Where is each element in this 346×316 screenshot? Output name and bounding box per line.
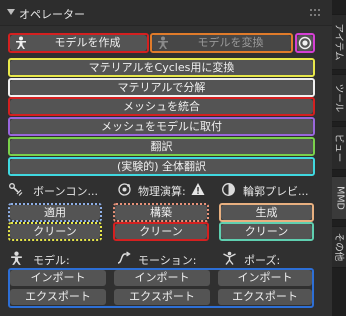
motion-import-button[interactable]: インポート: [114, 270, 210, 286]
panel-header[interactable]: オペレーター: [0, 0, 332, 26]
physics-icon: [118, 183, 131, 196]
physics-build-button[interactable]: 構築: [115, 205, 207, 220]
model-label: モデル:: [33, 254, 70, 267]
edge-generate-button[interactable]: 生成: [221, 205, 312, 220]
motion-label: モーション:: [138, 254, 197, 267]
tab-misc-label: その他: [333, 232, 344, 262]
convert-model-button[interactable]: モデルを変換: [152, 35, 291, 51]
bone-constraints-label: ボーンコン...: [33, 185, 98, 198]
record-icon: [298, 36, 312, 50]
figure-icon: [16, 36, 26, 49]
sidebar-tabs: アイテム ツール ビュー MMD その他: [332, 0, 346, 316]
tab-misc[interactable]: その他: [332, 226, 346, 268]
physics-label: 物理演算:: [138, 185, 186, 198]
model-figure-icon: [11, 251, 22, 265]
convert-model-label: モデルを変換: [197, 36, 264, 49]
separate-by-material-button[interactable]: マテリアルで分解: [10, 80, 313, 95]
edge-clean-button[interactable]: クリーン: [221, 224, 312, 239]
model-export-button[interactable]: エクスポート: [10, 289, 106, 305]
pose-icon: [223, 251, 236, 265]
translate-button[interactable]: 翻訳: [10, 139, 313, 154]
record-button[interactable]: [297, 35, 313, 51]
operator-panel: オペレーター モデルを作成 モデルを変換 マテリアルをCycles用に変換 マテ…: [0, 0, 332, 316]
create-model-label: モデルを作成: [54, 36, 121, 49]
model-import-button[interactable]: インポート: [10, 270, 106, 286]
create-model-button[interactable]: モデルを作成: [10, 35, 147, 51]
attach-meshes-button[interactable]: メッシュをモデルに取付: [10, 119, 313, 134]
warning-icon: [191, 183, 205, 195]
panel-title: オペレーター: [19, 8, 85, 21]
edge-preview-label: 輪郭プレビ...: [243, 185, 309, 198]
motion-icon: [117, 251, 131, 264]
pose-export-button[interactable]: エクスポート: [218, 289, 312, 305]
figure-icon: [158, 36, 168, 49]
pose-label: ポーズ:: [244, 254, 281, 267]
physics-clean-button[interactable]: クリーン: [115, 224, 207, 239]
edge-preview-icon: [222, 183, 235, 196]
global-translate-button[interactable]: (実験的) 全体翻訳: [10, 159, 313, 174]
convert-materials-cycles-button[interactable]: マテリアルをCycles用に変換: [10, 60, 313, 75]
bone-apply-button[interactable]: 適用: [10, 205, 100, 220]
join-meshes-button[interactable]: メッシュを統合: [10, 99, 313, 114]
bone-clean-button[interactable]: クリーン: [10, 224, 100, 239]
drag-grip-icon[interactable]: [310, 9, 322, 17]
bone-constraint-icon: [9, 183, 23, 196]
pose-import-button[interactable]: インポート: [218, 270, 312, 286]
collapse-triangle-icon[interactable]: [7, 9, 15, 15]
motion-export-button[interactable]: エクスポート: [114, 289, 210, 305]
